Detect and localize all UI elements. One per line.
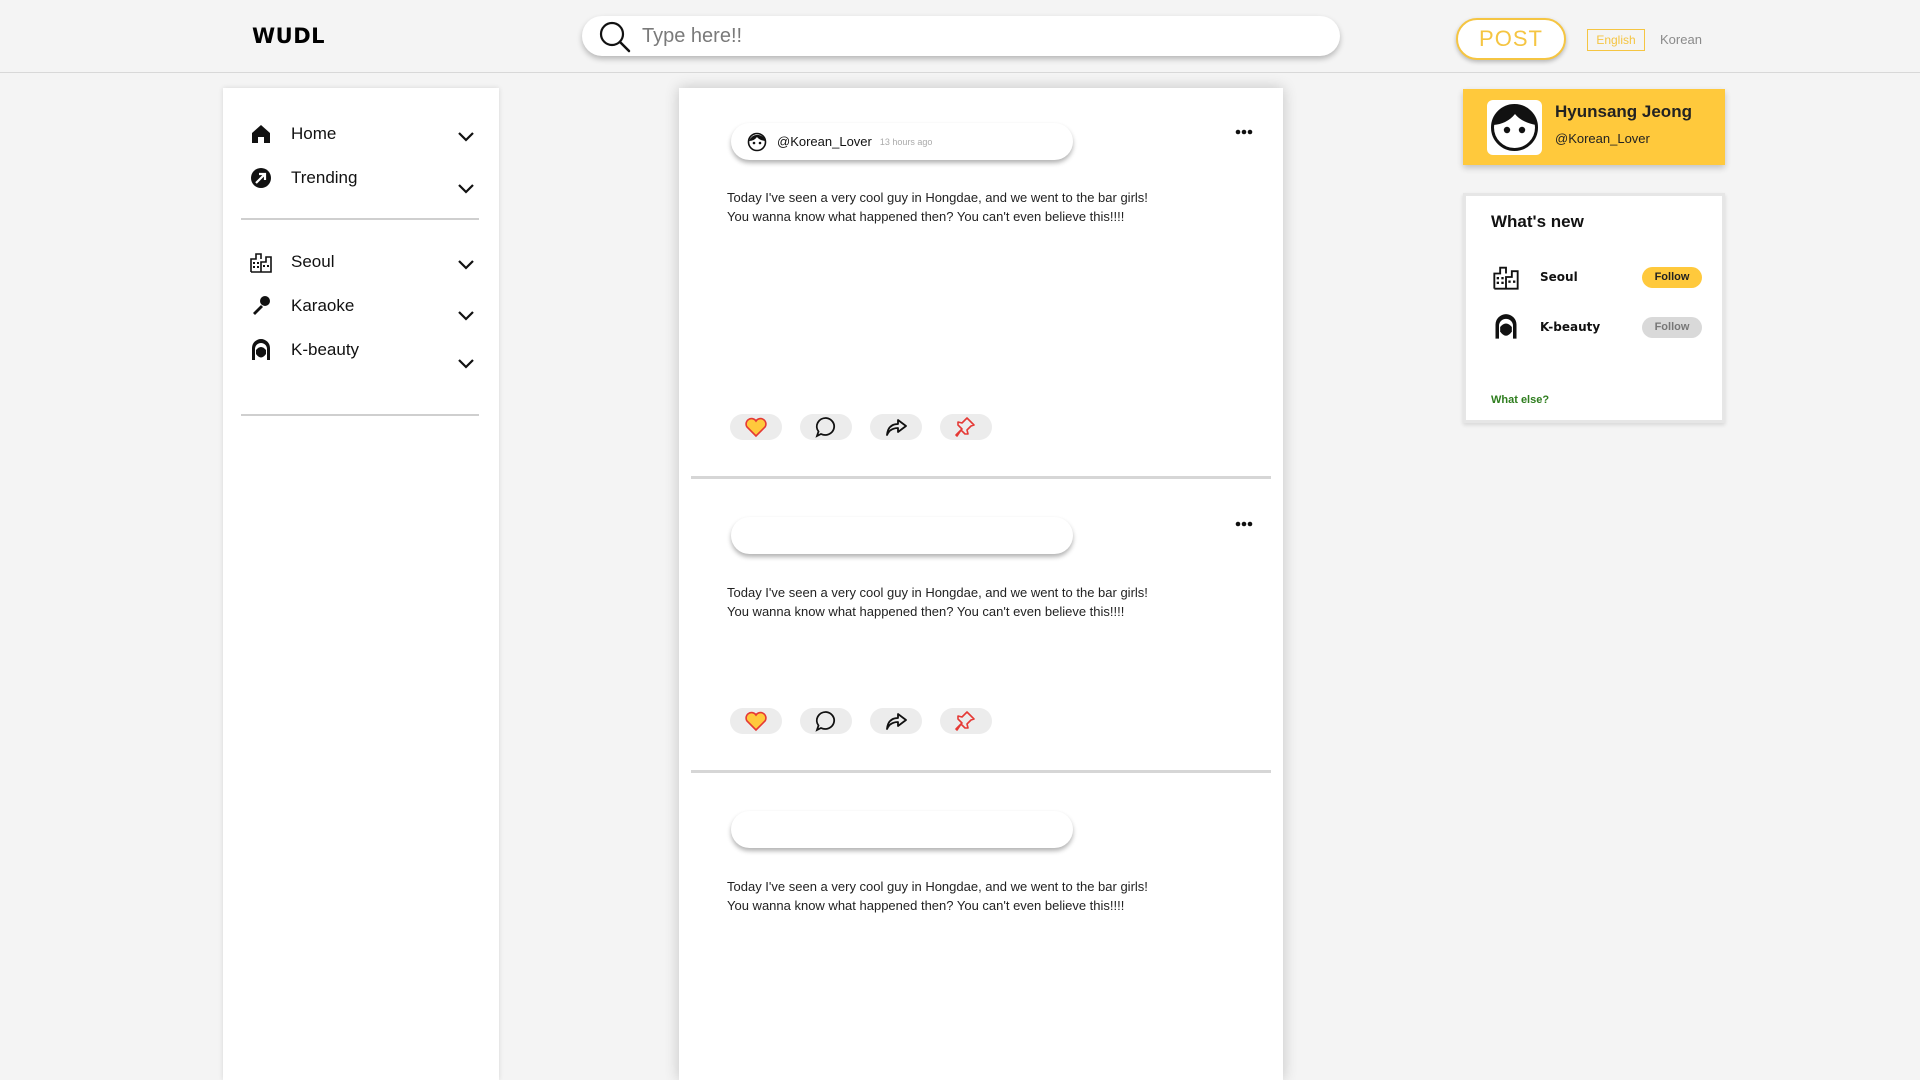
more-options-icon[interactable] [1235, 521, 1253, 527]
comment-button[interactable] [800, 414, 852, 440]
whats-new-title: What's new [1491, 212, 1584, 231]
search-icon [599, 21, 631, 53]
face-icon [252, 339, 270, 360]
sidebar-item-label: K-beauty [291, 340, 360, 359]
sidebar-divider [241, 218, 479, 220]
home-icon [252, 125, 270, 143]
what-else-link[interactable]: What else? [1491, 394, 1549, 406]
post-author-bar[interactable] [731, 811, 1073, 848]
post-author-handle[interactable]: @Korean_Lover [777, 134, 872, 149]
pin-icon [955, 417, 975, 437]
city-icon [1493, 266, 1519, 290]
like-button[interactable] [730, 708, 782, 734]
share-button[interactable] [870, 708, 922, 734]
pin-icon [955, 711, 975, 731]
search-input[interactable] [642, 22, 1302, 50]
profile-name[interactable]: Hyunsang Jeong [1555, 102, 1692, 122]
post-text-line: Today I've seen a very cool guy in Hongd… [727, 585, 1148, 600]
profile-card[interactable]: Hyunsang Jeong @Korean_Lover [1463, 89, 1725, 165]
post-author-bar[interactable]: @Korean_Lover 13 hours ago [731, 123, 1073, 160]
follow-button[interactable]: Follow [1642, 266, 1702, 288]
post-actions [730, 708, 1010, 734]
post-body: Today I've seen a very cool guy in Hongd… [727, 188, 1187, 226]
share-button[interactable] [870, 414, 922, 440]
post-timestamp: 13 hours ago [879, 136, 933, 147]
topic-row-kbeauty: K-beauty Follow [1492, 312, 1702, 342]
sidebar-item-label: Karaoke [291, 296, 355, 315]
comment-icon [815, 711, 835, 732]
sidebar-item-trending[interactable]: Trending [249, 161, 479, 195]
sidebar-item-karaoke[interactable]: Karaoke [249, 289, 479, 323]
app-logo[interactable]: WUDL [252, 24, 325, 48]
face-icon [1495, 314, 1517, 339]
search-bar[interactable] [582, 16, 1340, 56]
avatar[interactable] [1487, 100, 1542, 155]
sidebar-item-seoul[interactable]: Seoul [249, 245, 479, 279]
chevron-down-icon[interactable] [457, 358, 475, 370]
more-options-icon[interactable] [1235, 129, 1253, 135]
post-actions [730, 414, 1010, 440]
follow-button[interactable]: Follow [1642, 316, 1702, 338]
pin-button[interactable] [940, 414, 992, 440]
post-text-line: Today I've seen a very cool guy in Hongd… [727, 879, 1148, 894]
heart-icon [745, 417, 767, 438]
topic-name[interactable]: K-beauty [1540, 320, 1642, 334]
chevron-down-icon[interactable] [457, 131, 475, 143]
trending-icon [251, 168, 271, 188]
user-face-icon [1491, 104, 1538, 151]
post-body: Today I've seen a very cool guy in Hongd… [727, 877, 1187, 915]
post-button[interactable]: POST [1456, 18, 1566, 60]
avatar-icon [747, 132, 767, 151]
post-text-line: You wanna know what happened then? You c… [727, 898, 1125, 913]
heart-icon [745, 711, 767, 732]
profile-handle: @Korean_Lover [1555, 131, 1650, 146]
sidebar-item-kbeauty[interactable]: K-beauty [249, 333, 479, 370]
post-divider [691, 476, 1271, 479]
whats-new-panel: What's new Seoul Follow K-beauty Follow … [1463, 193, 1725, 423]
post-text-line: Today I've seen a very cool guy in Hongd… [727, 190, 1148, 205]
post-divider [691, 770, 1271, 773]
top-bar: WUDL POST English Korean [0, 0, 1920, 73]
left-sidebar: Home Trending Seoul Karaoke K-beauty [223, 88, 499, 1080]
microphone-icon [253, 296, 270, 315]
language-korean[interactable]: Korean [1660, 32, 1702, 47]
sidebar-item-label: Home [291, 124, 337, 143]
post-body: Today I've seen a very cool guy in Hongd… [727, 583, 1187, 621]
sidebar-item-home[interactable]: Home [249, 117, 479, 151]
chevron-down-icon[interactable] [457, 259, 475, 271]
topic-name[interactable]: Seoul [1540, 270, 1642, 284]
post-text-line: You wanna know what happened then? You c… [727, 604, 1125, 619]
chevron-down-icon[interactable] [457, 183, 475, 195]
like-button[interactable] [730, 414, 782, 440]
sidebar-divider [241, 414, 479, 416]
language-english[interactable]: English [1587, 29, 1645, 51]
pin-button[interactable] [940, 708, 992, 734]
sidebar-item-label: Seoul [291, 252, 335, 271]
city-icon [250, 253, 272, 273]
post-text-line: You wanna know what happened then? You c… [727, 209, 1125, 224]
share-icon [886, 713, 907, 730]
chevron-down-icon[interactable] [457, 310, 475, 322]
comment-icon [815, 417, 835, 438]
topic-row-seoul: Seoul Follow [1492, 262, 1702, 292]
comment-button[interactable] [800, 708, 852, 734]
post-author-bar[interactable] [731, 517, 1073, 554]
post-feed: @Korean_Lover 13 hours ago Today I've se… [679, 88, 1283, 1080]
share-icon [886, 419, 907, 436]
sidebar-item-label: Trending [291, 168, 358, 187]
